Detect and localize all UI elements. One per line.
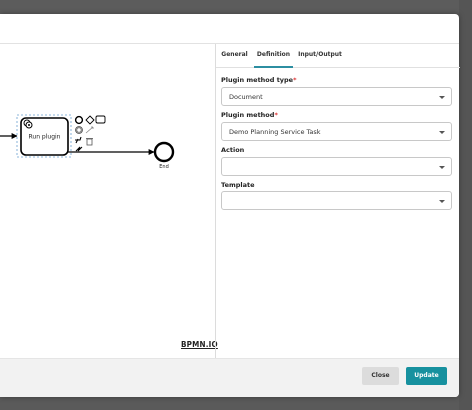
chevron-down-icon (439, 96, 445, 99)
tab-general[interactable]: General (220, 44, 249, 68)
task-label: Run plugin (29, 134, 61, 141)
edit-task-dialog: Run plugin End BPMN.IO General Definitio… (0, 14, 460, 397)
append-end-event-icon[interactable] (74, 115, 84, 125)
action-label: Action (221, 146, 245, 154)
plugin-method-type-value: Document (229, 93, 263, 101)
append-gateway-icon[interactable] (85, 115, 95, 125)
connect-icon[interactable] (85, 126, 94, 134)
end-event-label: End (159, 164, 169, 170)
chevron-down-icon (439, 131, 445, 134)
end-event[interactable] (153, 141, 175, 163)
plugin-method-type-select[interactable]: Document (221, 87, 452, 106)
required-mark: * (293, 76, 297, 84)
plugin-method-type-label: Plugin method type* (221, 76, 297, 84)
tab-input-output[interactable]: Input/Output (298, 44, 342, 68)
required-mark: * (274, 111, 278, 119)
modal-backdrop-top (0, 0, 472, 14)
append-task-icon[interactable] (95, 115, 106, 124)
dialog-body: Run plugin End BPMN.IO General Definitio… (0, 44, 460, 358)
update-button[interactable]: Update (406, 367, 447, 385)
chevron-down-icon (439, 200, 445, 203)
properties-tabs: General Definition Input/Output (216, 44, 460, 68)
template-select[interactable] (221, 191, 452, 210)
dialog-header (0, 14, 459, 44)
wrench-change-type-icon[interactable] (75, 136, 82, 144)
bpmn-canvas[interactable]: Run plugin End BPMN.IO (0, 44, 218, 358)
dialog-footer: Close Update (0, 358, 459, 397)
tab-definition[interactable]: Definition (254, 44, 293, 68)
chevron-down-icon (439, 166, 445, 169)
append-text-annotation-icon[interactable] (75, 146, 83, 152)
template-label: Template (221, 181, 255, 189)
action-select[interactable] (221, 157, 452, 176)
plugin-method-value: Demo Planning Service Task (229, 128, 321, 136)
properties-panel: General Definition Input/Output Plugin m… (215, 44, 460, 358)
plugin-method-label: Plugin method* (221, 111, 278, 119)
close-button[interactable]: Close (362, 367, 399, 385)
trash-icon[interactable] (86, 138, 93, 146)
modal-backdrop-right (459, 0, 472, 410)
context-pad (74, 115, 106, 152)
bpmn-diagram: Run plugin End (0, 114, 175, 170)
plugin-method-select[interactable]: Demo Planning Service Task (221, 122, 452, 141)
bpmn-io-watermark[interactable]: BPMN.IO (181, 340, 218, 349)
